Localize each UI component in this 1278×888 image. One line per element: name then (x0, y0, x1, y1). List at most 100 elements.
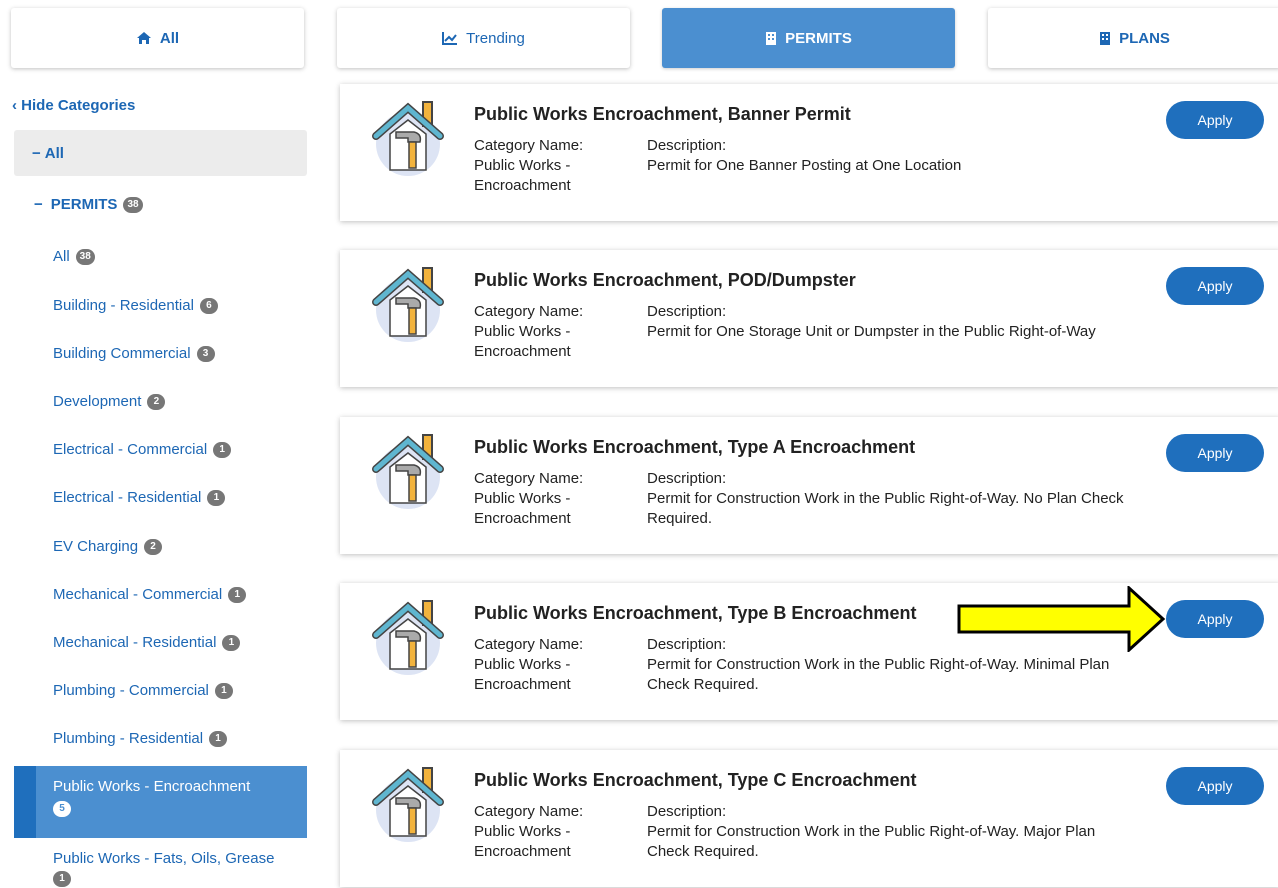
hide-categories-link[interactable]: ‹ Hide Categories (12, 97, 135, 114)
permit-category: Category Name: Public Works - Encroachme… (474, 802, 614, 862)
description-value: Permit for Construction Work in the Publ… (647, 656, 1110, 693)
category-value: Public Works - Encroachment (474, 490, 571, 527)
house-hammer-icon (370, 597, 450, 677)
category-value: Public Works - Encroachment (474, 656, 571, 693)
sidebar-item-mechanical-residential[interactable]: Mechanical - Residential 1 (53, 634, 241, 651)
count-badge: 1 (214, 682, 233, 699)
category-label: Category Name: (474, 470, 584, 487)
house-hammer-icon (370, 431, 450, 511)
house-hammer-icon (370, 764, 450, 844)
category-label: Category Name: (474, 137, 584, 154)
apply-button[interactable]: Apply (1166, 767, 1264, 805)
sidebar-item-development[interactable]: Development 2 (53, 393, 166, 410)
sidebar-item-label: EV Charging (53, 538, 139, 555)
building-icon (765, 31, 777, 45)
home-icon (136, 31, 152, 45)
sidebar-item-mechanical-commercial[interactable]: Mechanical - Commercial 1 (53, 586, 247, 603)
sidebar-item-label: Mechanical - Residential (53, 634, 217, 651)
sidebar-item-building-commercial[interactable]: Building Commercial 3 (53, 345, 215, 362)
count-badge: 38 (75, 248, 95, 265)
category-value: Public Works - Encroachment (474, 823, 571, 860)
tab-trending[interactable]: Trending (337, 8, 630, 68)
collapse-icon: − (32, 144, 41, 162)
sidebar-all[interactable]: − All (14, 130, 307, 176)
sidebar-item-plumbing-residential[interactable]: Plumbing - Residential 1 (53, 730, 228, 747)
sidebar-permits-label: PERMITS (50, 196, 118, 213)
apply-button[interactable]: Apply (1166, 600, 1264, 638)
sidebar-item-label: Plumbing - Commercial (53, 682, 209, 699)
chevron-left-icon: ‹ (12, 97, 17, 114)
count-badge: 6 (199, 297, 218, 314)
sidebar-item-plumbing-commercial[interactable]: Plumbing - Commercial 1 (53, 682, 233, 699)
sidebar-item-label: Building - Residential (53, 297, 194, 314)
apply-button[interactable]: Apply (1166, 267, 1264, 305)
sidebar-item-electrical-commercial[interactable]: Electrical - Commercial 1 (53, 441, 232, 458)
category-value: Public Works - Encroachment (474, 323, 571, 360)
permit-category: Category Name: Public Works - Encroachme… (474, 469, 614, 529)
permit-title: Public Works Encroachment, Banner Permit (474, 104, 851, 124)
apply-button[interactable]: Apply (1166, 101, 1264, 139)
permit-description: Description: Permit for One Banner Posti… (647, 136, 1127, 176)
sidebar-permits-group[interactable]: − PERMITS 38 (34, 196, 143, 213)
permit-card: Public Works Encroachment, POD/Dumpster … (340, 250, 1278, 387)
tab-all-label: All (159, 29, 180, 47)
permit-title: Public Works Encroachment, Type C Encroa… (474, 770, 917, 790)
sidebar-item-label: Electrical - Commercial (53, 441, 208, 458)
apply-button[interactable]: Apply (1166, 434, 1264, 472)
description-label: Description: (647, 803, 727, 820)
permit-title: Public Works Encroachment, Type B Encroa… (474, 603, 917, 623)
sidebar-item-label: Building Commercial (53, 345, 191, 362)
category-label: Category Name: (474, 636, 584, 653)
building-icon (1099, 31, 1111, 45)
count-badge: 1 (209, 730, 228, 747)
count-badge: 1 (213, 441, 232, 458)
sidebar-item-electrical-residential[interactable]: Electrical - Residential 1 (53, 489, 226, 506)
tab-all[interactable]: All (11, 8, 304, 68)
permit-title: Public Works Encroachment, POD/Dumpster (474, 270, 856, 290)
permit-title: Public Works Encroachment, Type A Encroa… (474, 437, 916, 457)
collapse-icon: − (34, 196, 43, 213)
yellow-arrow-annotation (957, 584, 1167, 657)
description-value: Permit for One Storage Unit or Dumpster … (647, 323, 1096, 340)
category-label: Category Name: (474, 803, 584, 820)
description-label: Description: (647, 470, 727, 487)
count-badge: 1 (53, 871, 71, 887)
permit-category: Category Name: Public Works - Encroachme… (474, 302, 614, 362)
count-badge: 3 (196, 345, 215, 362)
sidebar-item-label: Development (53, 393, 142, 410)
sidebar-all-label: All (44, 144, 64, 162)
tab-plans-label: PLANS (1119, 29, 1170, 47)
count-badge: 2 (147, 393, 166, 410)
chart-line-icon (442, 31, 458, 45)
sidebar-item-all[interactable]: All 38 (53, 248, 95, 265)
sidebar-item-public-works-fog[interactable]: Public Works - Fats, Oils, Grease 1 (53, 850, 274, 887)
count-badge: 38 (123, 196, 143, 213)
permit-card: Public Works Encroachment, Type A Encroa… (340, 417, 1278, 554)
sidebar-item-label: Mechanical - Commercial (53, 586, 223, 603)
permit-description: Description: Permit for One Storage Unit… (647, 302, 1127, 342)
sidebar-item-public-works-encroachment[interactable]: Public Works - Encroachment 5 (14, 766, 307, 838)
tab-permits[interactable]: PERMITS (662, 8, 955, 68)
tab-permits-label: PERMITS (785, 29, 852, 47)
permit-card: Public Works Encroachment, Type C Encroa… (340, 750, 1278, 887)
description-value: Permit for Construction Work in the Publ… (647, 490, 1124, 527)
sidebar-item-label: Public Works - Encroachment (53, 778, 251, 795)
count-badge: 1 (222, 634, 241, 651)
count-badge: 1 (228, 586, 247, 603)
description-label: Description: (647, 303, 727, 320)
description-value: Permit for Construction Work in the Publ… (647, 823, 1096, 860)
sidebar-item-label: Public Works - Fats, Oils, Grease (53, 850, 275, 867)
sidebar-item-building-residential[interactable]: Building - Residential 6 (53, 297, 218, 314)
tab-trending-label: Trending (466, 29, 525, 47)
sidebar-item-label: Electrical - Residential (53, 489, 202, 506)
count-badge: 2 (144, 538, 163, 555)
house-hammer-icon (370, 264, 450, 344)
tab-plans[interactable]: PLANS (988, 8, 1278, 68)
permit-category: Category Name: Public Works - Encroachme… (474, 136, 614, 196)
category-label: Category Name: (474, 303, 584, 320)
count-badge: 5 (53, 801, 71, 817)
description-label: Description: (647, 137, 727, 154)
description-value: Permit for One Banner Posting at One Loc… (647, 157, 962, 174)
sidebar-item-ev-charging[interactable]: EV Charging 2 (53, 538, 163, 555)
permit-category: Category Name: Public Works - Encroachme… (474, 635, 614, 695)
